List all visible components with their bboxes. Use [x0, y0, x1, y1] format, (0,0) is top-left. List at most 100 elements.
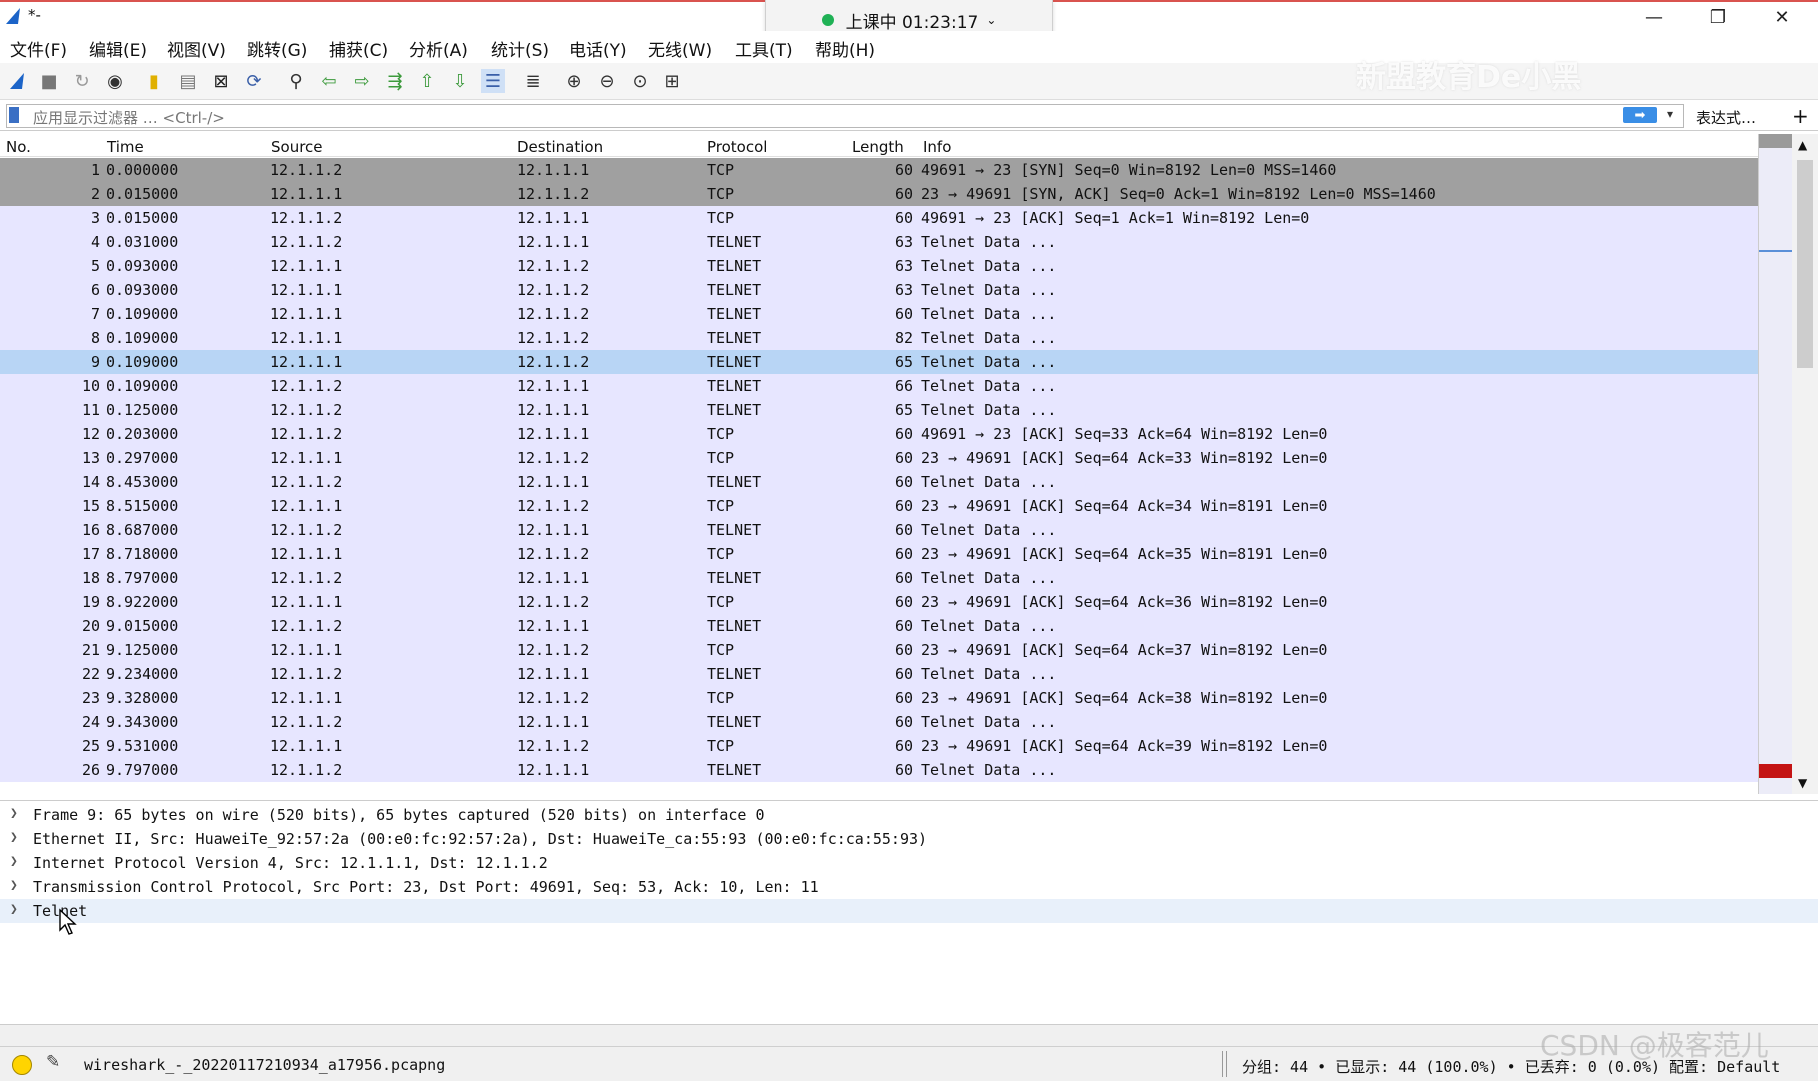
detail-ethernet[interactable]: ❯ Ethernet II, Src: HuaweiTe_92:57:2a (00…: [0, 827, 1818, 851]
table-row[interactable]: 18 8.797000 12.1.1.2 12.1.1.1 TELNET 60 Telnet…: [0, 566, 1758, 590]
expand-arrow-icon[interactable]: ❯: [10, 878, 18, 893]
table-row[interactable]: 14 8.453000 12.1.1.2 12.1.1.1 TELNET 60 Telnet…: [0, 470, 1758, 494]
open-file-icon[interactable]: ▮: [142, 69, 166, 93]
table-row[interactable]: 13 0.297000 12.1.1.1 12.1.1.2 TCP 60 23 → 4969…: [0, 446, 1758, 470]
scrollbar-thumb[interactable]: [1797, 160, 1813, 368]
add-filter-button[interactable]: +: [1792, 104, 1809, 128]
colorize-icon[interactable]: ≣: [521, 69, 545, 93]
packet-list[interactable]: No. Time Source Destination Protocol Len…: [0, 134, 1758, 794]
menu-telephony[interactable]: 电话(Y): [569, 36, 627, 61]
stop-capture-icon[interactable]: ■: [37, 69, 61, 93]
cell-proto: TELNET: [707, 257, 762, 275]
menu-edit[interactable]: 编辑(E): [89, 36, 147, 61]
expand-arrow-icon[interactable]: ❯: [10, 806, 18, 821]
last-packet-icon[interactable]: ⇩: [448, 69, 472, 93]
cell-len: 60: [894, 161, 913, 179]
restore-button[interactable]: ❐: [1690, 2, 1746, 32]
display-filter-input[interactable]: 应用显示过滤器 … <Ctrl-/> ➡ ▾: [6, 104, 1684, 128]
scroll-up-icon[interactable]: ▲: [1798, 138, 1807, 152]
filter-history-dropdown[interactable]: ▾: [1667, 107, 1673, 121]
packet-list-scrollbar[interactable]: ▲ ▼: [1792, 134, 1818, 794]
table-row[interactable]: 21 9.125000 12.1.1.1 12.1.1.2 TCP 60 23 → 4969…: [0, 638, 1758, 662]
zoom-out-icon[interactable]: ⊖: [595, 69, 619, 93]
col-no[interactable]: No.: [6, 138, 31, 156]
col-protocol[interactable]: Protocol: [707, 138, 767, 156]
go-forward-icon[interactable]: ⇨: [350, 69, 374, 93]
menu-capture[interactable]: 捕获(C): [329, 36, 388, 61]
bookmark-icon[interactable]: [9, 107, 19, 123]
apply-filter-icon[interactable]: ➡: [1623, 107, 1657, 123]
table-row[interactable]: 16 8.687000 12.1.1.2 12.1.1.1 TELNET 60 Telnet…: [0, 518, 1758, 542]
table-row[interactable]: 7 0.109000 12.1.1.1 12.1.1.2 TELNET 60 Telnet …: [0, 302, 1758, 326]
table-row[interactable]: 24 9.343000 12.1.1.2 12.1.1.1 TELNET 60 Telnet…: [0, 710, 1758, 734]
close-button[interactable]: ✕: [1754, 2, 1810, 32]
zoom-in-icon[interactable]: ⊕: [562, 69, 586, 93]
cell-time: 9.125000: [106, 641, 179, 659]
edit-comment-icon[interactable]: ✎: [46, 1052, 60, 1072]
table-row[interactable]: 1 0.000000 12.1.1.2 12.1.1.1 TCP 60 49691 → 23…: [0, 158, 1758, 182]
menu-analyze[interactable]: 分析(A): [409, 36, 468, 61]
table-row[interactable]: 8 0.109000 12.1.1.1 12.1.1.2 TELNET 82 Telnet …: [0, 326, 1758, 350]
table-row[interactable]: 3 0.015000 12.1.1.2 12.1.1.1 TCP 60 49691 → 23…: [0, 206, 1758, 230]
table-row[interactable]: 23 9.328000 12.1.1.1 12.1.1.2 TCP 60 23 → 4969…: [0, 686, 1758, 710]
table-row[interactable]: 26 9.797000 12.1.1.2 12.1.1.1 TELNET 60 Telnet…: [0, 758, 1758, 782]
expand-arrow-icon[interactable]: ❯: [10, 902, 18, 917]
start-capture-icon[interactable]: [6, 69, 30, 93]
menu-go[interactable]: 跳转(G): [247, 36, 307, 61]
minimize-button[interactable]: —: [1626, 2, 1682, 32]
col-source[interactable]: Source: [271, 138, 323, 156]
table-row[interactable]: 10 0.109000 12.1.1.2 12.1.1.1 TELNET 66 Telnet…: [0, 374, 1758, 398]
table-row[interactable]: 25 9.531000 12.1.1.1 12.1.1.2 TCP 60 23 → 4969…: [0, 734, 1758, 758]
save-file-icon[interactable]: ▤: [176, 69, 200, 93]
table-row[interactable]: 9 0.109000 12.1.1.1 12.1.1.2 TELNET 65 Telnet …: [0, 350, 1758, 374]
cell-info: Telnet Data ...: [921, 233, 1057, 251]
go-to-packet-icon[interactable]: ⇶: [383, 69, 407, 93]
col-destination[interactable]: Destination: [517, 138, 603, 156]
packet-details-tree[interactable]: ❯ Frame 9: 65 bytes on wire (520 bits), 6…: [0, 800, 1818, 1023]
cell-len: 63: [894, 281, 913, 299]
table-row[interactable]: 15 8.515000 12.1.1.1 12.1.1.2 TCP 60 23 → 4969…: [0, 494, 1758, 518]
menu-file[interactable]: 文件(F): [10, 36, 67, 61]
detail-tcp[interactable]: ❯ Transmission Control Protocol, Src Port…: [0, 875, 1818, 899]
expand-arrow-icon[interactable]: ❯: [10, 830, 18, 845]
expression-button[interactable]: 表达式…: [1696, 107, 1756, 128]
find-packet-icon[interactable]: ⚲: [284, 69, 308, 93]
zoom-reset-icon[interactable]: ⊙: [628, 69, 652, 93]
reload-icon[interactable]: ⟳: [242, 69, 266, 93]
table-row[interactable]: 12 0.203000 12.1.1.2 12.1.1.1 TCP 60 49691 → 2…: [0, 422, 1758, 446]
cell-len: 60: [894, 185, 913, 203]
detail-telnet[interactable]: ❯Telnet: [0, 899, 1818, 923]
capture-options-icon[interactable]: ◉: [103, 69, 127, 93]
table-row[interactable]: 22 9.234000 12.1.1.2 12.1.1.1 TELNET 60 Telnet…: [0, 662, 1758, 686]
cell-time: 9.234000: [106, 665, 179, 683]
table-row[interactable]: 20 9.015000 12.1.1.2 12.1.1.1 TELNET 60 Telnet…: [0, 614, 1758, 638]
detail-ipv4[interactable]: ❯ Internet Protocol Version 4, Src: 12.1.…: [0, 851, 1818, 875]
menu-tools[interactable]: 工具(T): [735, 36, 793, 61]
col-info[interactable]: Info: [923, 138, 951, 156]
chevron-down-icon[interactable]: ⌄: [986, 13, 996, 27]
table-row[interactable]: 6 0.093000 12.1.1.1 12.1.1.2 TELNET 63 Telnet …: [0, 278, 1758, 302]
menu-statistics[interactable]: 统计(S): [491, 36, 549, 61]
autoscroll-icon[interactable]: ☰: [481, 69, 505, 93]
first-packet-icon[interactable]: ⇧: [415, 69, 439, 93]
menu-wireless[interactable]: 无线(W): [648, 36, 712, 61]
table-row[interactable]: 19 8.922000 12.1.1.1 12.1.1.2 TCP 60 23 → 4969…: [0, 590, 1758, 614]
table-row[interactable]: 4 0.031000 12.1.1.2 12.1.1.1 TELNET 63 Telnet …: [0, 230, 1758, 254]
restart-capture-icon[interactable]: ↻: [70, 69, 94, 93]
resize-columns-icon[interactable]: ⊞: [660, 69, 684, 93]
table-row[interactable]: 17 8.718000 12.1.1.1 12.1.1.2 TCP 60 23 → 4969…: [0, 542, 1758, 566]
menu-view[interactable]: 视图(V): [167, 36, 226, 61]
detail-frame[interactable]: ❯ Frame 9: 65 bytes on wire (520 bits), 6…: [0, 803, 1818, 827]
expand-arrow-icon[interactable]: ❯: [10, 854, 18, 869]
scroll-down-icon[interactable]: ▼: [1798, 776, 1807, 790]
table-row[interactable]: 2 0.015000 12.1.1.1 12.1.1.2 TCP 60 23 → 49691…: [0, 182, 1758, 206]
go-back-icon[interactable]: ⇦: [317, 69, 341, 93]
col-time[interactable]: Time: [107, 138, 144, 156]
table-row[interactable]: 5 0.093000 12.1.1.1 12.1.1.2 TELNET 63 Telnet …: [0, 254, 1758, 278]
table-row[interactable]: 11 0.125000 12.1.1.2 12.1.1.1 TELNET 65 Telnet…: [0, 398, 1758, 422]
packet-minimap[interactable]: [1758, 134, 1793, 794]
menu-help[interactable]: 帮助(H): [815, 36, 875, 61]
col-length[interactable]: Length: [852, 138, 904, 156]
close-file-icon[interactable]: ⊠: [209, 69, 233, 93]
expert-info-icon[interactable]: [12, 1055, 32, 1075]
